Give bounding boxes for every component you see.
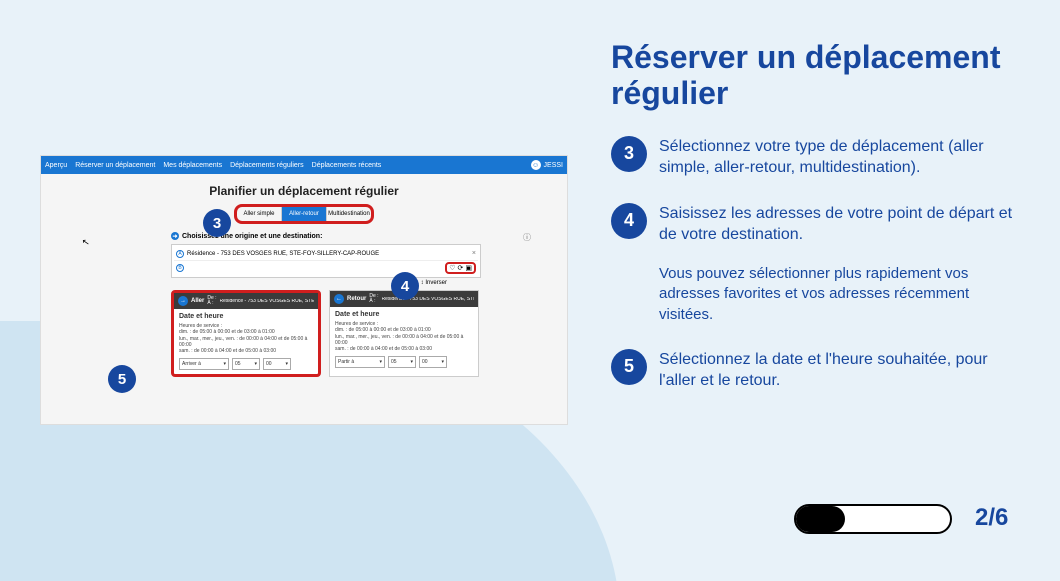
- user-name: JESSI: [544, 162, 563, 169]
- origin-dest-label: ➜ Choisissez une origine et une destinat…: [171, 232, 567, 240]
- trip-type-simple[interactable]: Aller simple: [237, 207, 282, 221]
- nav-item[interactable]: Déplacements réguliers: [230, 162, 304, 169]
- top-bar: Aperçu Réserver un déplacement Mes dépla…: [41, 156, 567, 174]
- hours-weekday: lun., mar., mer., jeu., ven. : de 00:00 …: [335, 334, 473, 347]
- a-label: À :: [207, 301, 216, 306]
- step-bullet: 5: [611, 349, 647, 385]
- from-value: Résidence - 753 DES VOSGES RUE, STE-F...: [220, 299, 314, 304]
- trip-type-return[interactable]: Aller-retour: [282, 207, 327, 221]
- section-label-text: Choisissez une origine et une destinatio…: [182, 233, 322, 240]
- recent-icon[interactable]: ⟳: [458, 264, 464, 272]
- panel-aller-head: → Aller De : À : Résidence - 753 DES VOS…: [174, 293, 318, 309]
- nav-item[interactable]: Aperçu: [45, 162, 67, 169]
- clear-a-icon[interactable]: ×: [472, 250, 476, 257]
- pin-b-icon: B: [176, 264, 184, 272]
- step-bullet: 4: [611, 203, 647, 239]
- date-label: Date et heure: [179, 313, 313, 320]
- panel-aller-title: Aller: [191, 298, 204, 304]
- invert-button[interactable]: ↕ Inverser: [171, 278, 481, 286]
- addressbook-icon[interactable]: ▣: [465, 264, 472, 272]
- user-badge[interactable]: ☺ JESSI: [531, 160, 563, 170]
- panel-retour-values: Résidence - 753 DES VOSGES RUE, STE-...: [382, 297, 474, 302]
- date-label: Date et heure: [335, 311, 473, 318]
- nav-item[interactable]: Mes déplacements: [163, 162, 222, 169]
- panel-retour-body: Date et heure Heures de service : dim. :…: [330, 307, 478, 372]
- nav-bar: Aperçu Réserver un déplacement Mes dépla…: [45, 162, 381, 169]
- minute-select[interactable]: 00▾: [419, 356, 447, 368]
- panel-retour-title: Retour: [347, 296, 366, 302]
- to-value: Résidence - 753 DES VOSGES RUE, STE-...: [382, 297, 474, 302]
- callout-3: 3: [203, 209, 231, 237]
- step-4: 4 Saisissez les adresses de votre point …: [611, 203, 1031, 246]
- fav-shortcuts[interactable]: ♡ ⟳ ▣: [445, 262, 476, 274]
- nav-item[interactable]: Déplacements récents: [312, 162, 382, 169]
- hours-sat: sam. : de 00:00 à 04:00 et de 05:00 à 03…: [335, 346, 473, 352]
- trip-type-multi[interactable]: Multidestination: [327, 207, 371, 221]
- step-text: Saisissez les adresses de votre point de…: [659, 203, 1019, 246]
- user-icon: ☺: [531, 160, 541, 170]
- mode-select[interactable]: Arriver à▾: [179, 358, 229, 370]
- heart-icon[interactable]: ♡: [449, 264, 455, 272]
- callout-5: 5: [108, 365, 136, 393]
- step-4-subtext: Vous pouvez sélectionner plus rapidement…: [659, 264, 1019, 325]
- address-a-text: Résidence - 753 DES VOSGES RUE, STE-FOY-…: [187, 251, 379, 257]
- screenshot-title: Planifier un déplacement régulier: [41, 174, 567, 204]
- address-row-a[interactable]: A Résidence - 753 DES VOSGES RUE, STE-FO…: [174, 247, 478, 261]
- panel-retour: ← Retour De : À : Résidence - 753 DES VO…: [329, 290, 479, 377]
- panel-retour-labels: De : À :: [369, 294, 378, 304]
- hours-sat: sam. : de 00:00 à 04:00 et de 05:00 à 03…: [179, 348, 313, 354]
- hours-weekday: lun., mar., mer., jeu., ven. : de 00:00 …: [179, 336, 313, 349]
- a-label: À :: [369, 299, 378, 304]
- chevron-down-icon: ▾: [410, 359, 413, 365]
- chevron-down-icon: ▾: [441, 359, 444, 365]
- minute-select[interactable]: 00▾: [263, 358, 291, 370]
- callout-4: 4: [391, 272, 419, 300]
- step-text: Sélectionnez votre type de déplacement (…: [659, 136, 1019, 179]
- panel-aller-body: Date et heure Heures de service : dim. :…: [174, 309, 318, 374]
- panel-aller: → Aller De : À : Résidence - 753 DES VOS…: [171, 290, 321, 377]
- section-icon: ➜: [171, 232, 179, 240]
- chevron-down-icon: ▾: [379, 359, 382, 365]
- step-3: 3 Sélectionnez votre type de déplacement…: [611, 136, 1031, 179]
- slide: Aperçu Réserver un déplacement Mes dépla…: [0, 0, 1060, 581]
- service-hours: Heures de service : dim. : de 05:00 à 00…: [179, 323, 313, 354]
- arrow-left-icon: ←: [334, 294, 344, 304]
- chevron-down-icon: ▾: [254, 361, 257, 367]
- instruction-column: Réserver un déplacement régulier 3 Sélec…: [611, 40, 1031, 392]
- hour-select[interactable]: 05▾: [232, 358, 260, 370]
- service-hours: Heures de service : dim. : de 05:00 à 00…: [335, 321, 473, 352]
- arrow-right-icon: →: [178, 296, 188, 306]
- panel-aller-values: Résidence - 753 DES VOSGES RUE, STE-F...: [220, 299, 314, 304]
- page-title: Réserver un déplacement régulier: [611, 40, 1031, 112]
- progress-fill: [796, 506, 845, 532]
- time-selects: Arriver à▾ 05▾ 00▾: [179, 358, 313, 370]
- panel-aller-labels: De : À :: [207, 296, 216, 306]
- trip-type-toggle[interactable]: Aller simple Aller-retour Multidestinati…: [234, 204, 374, 224]
- time-selects: Partir à▾ 05▾ 00▾: [335, 356, 473, 368]
- pin-a-icon: A: [176, 250, 184, 258]
- hour-select[interactable]: 05▾: [388, 356, 416, 368]
- step-text: Sélectionnez la date et l'heure souhaité…: [659, 349, 1019, 392]
- page-indicator: 2/6: [975, 504, 1008, 532]
- info-icon[interactable]: ⓘ: [523, 232, 531, 243]
- step-bullet: 3: [611, 136, 647, 172]
- chevron-down-icon: ▾: [285, 361, 288, 367]
- nav-item[interactable]: Réserver un déplacement: [75, 162, 155, 169]
- progress-bar[interactable]: [794, 504, 952, 534]
- address-box: A Résidence - 753 DES VOSGES RUE, STE-FO…: [171, 244, 481, 278]
- step-5: 5 Sélectionnez la date et l'heure souhai…: [611, 349, 1031, 392]
- chevron-down-icon: ▾: [223, 361, 226, 367]
- mode-select[interactable]: Partir à▾: [335, 356, 385, 368]
- panels: → Aller De : À : Résidence - 753 DES VOS…: [171, 290, 567, 377]
- address-row-b[interactable]: B ♡ ⟳ ▣: [174, 261, 478, 275]
